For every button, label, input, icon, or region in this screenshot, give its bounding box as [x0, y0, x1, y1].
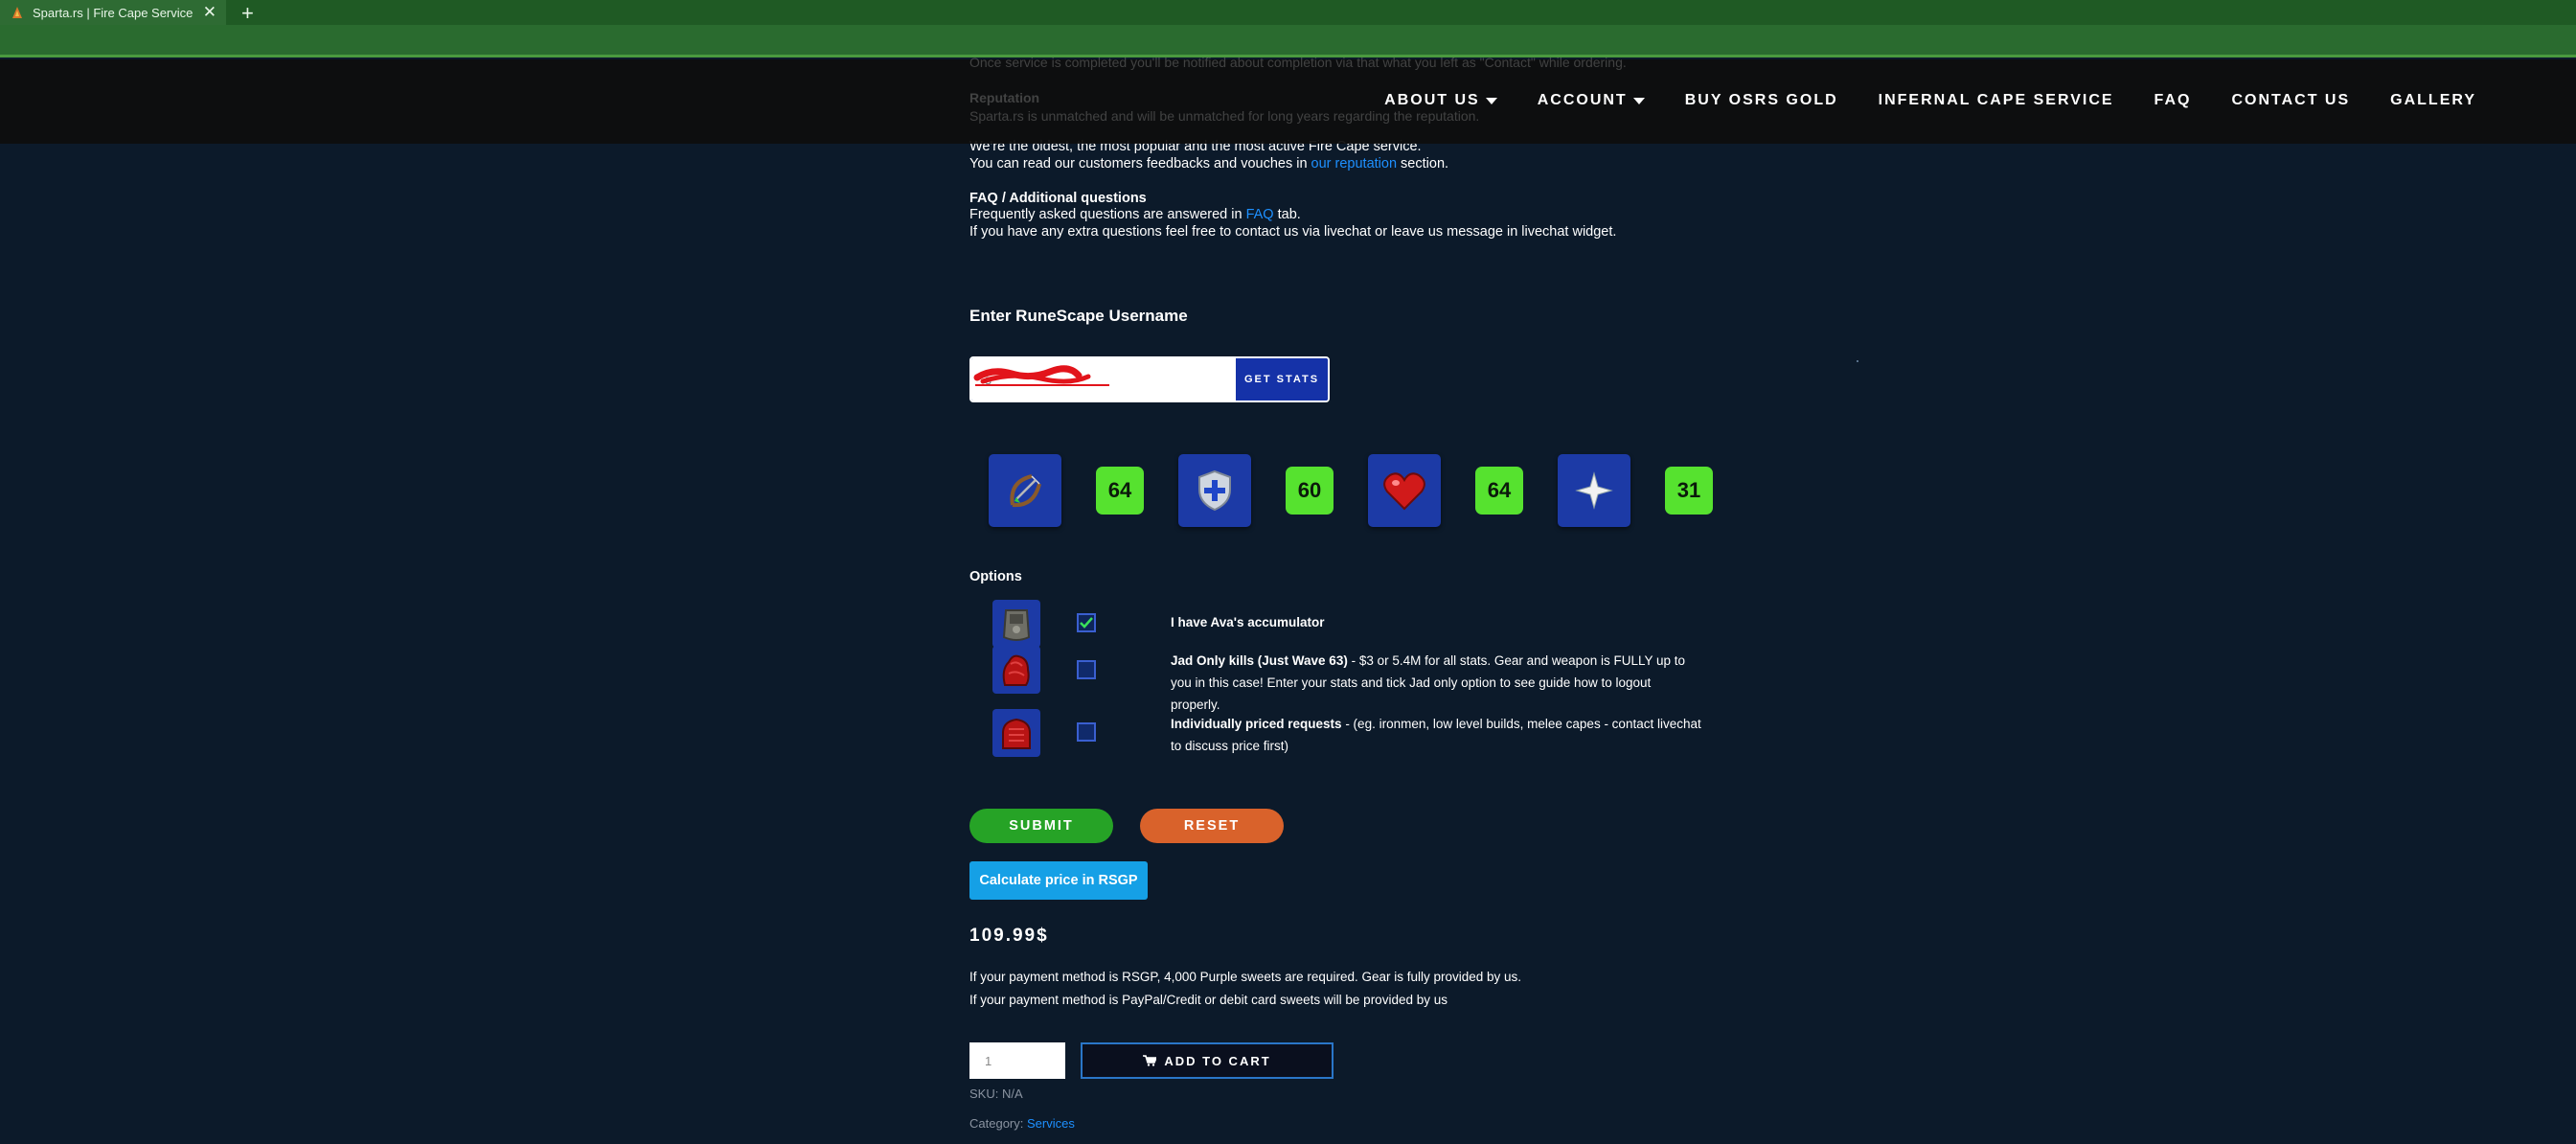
category: Category: Services: [969, 1116, 1075, 1131]
option-checkbox[interactable]: [1077, 722, 1096, 742]
sku-label: SKU:: [969, 1087, 999, 1101]
reputation-text: section.: [1397, 156, 1449, 172]
skill-level-badge: 64: [1475, 467, 1523, 515]
get-stats-button[interactable]: GET STATS: [1236, 358, 1328, 400]
nav-item-label: GALLERY: [2390, 92, 2476, 108]
calculate-rsgp-button[interactable]: Calculate price in RSGP: [969, 861, 1148, 900]
quantity-input[interactable]: [969, 1042, 1065, 1079]
faq-text: Frequently asked questions are answered …: [969, 207, 1246, 222]
option-title: Jad Only kills (Just Wave 63): [1171, 653, 1348, 668]
main-nav: ABOUT US ACCOUNT BUY OSRS GOLD INFERNAL CAP…: [1344, 92, 2476, 109]
nav-item-gallery[interactable]: GALLERY: [2390, 92, 2476, 109]
browser-tab-bar: Sparta.rs | Fire Cape Service | 1-9 ✕ +: [0, 0, 2576, 25]
payment-note: If your payment method is RSGP, 4,000 Pu…: [969, 966, 1521, 1012]
option-label: Individually priced requests - (eg. iron…: [1171, 713, 1703, 757]
custom-request-icon: [992, 709, 1040, 757]
decorative-dot: [1857, 360, 1858, 362]
cart-icon: [1143, 1055, 1157, 1066]
price: 109.99$: [969, 926, 1049, 946]
nav-item-about-us[interactable]: ABOUT US: [1384, 92, 1497, 109]
skill-level-badge: 64: [1096, 467, 1144, 515]
submit-button[interactable]: SUBMIT: [969, 809, 1113, 843]
nav-item-faq[interactable]: FAQ: [2154, 92, 2192, 109]
option-label: Jad Only kills (Just Wave 63) - $3 or 5.…: [1171, 650, 1703, 716]
username-form: GET STATS: [969, 356, 1330, 402]
payment-note-line: If your payment method is PayPal/Credit …: [969, 993, 1448, 1007]
defence-shield-icon: [1178, 454, 1251, 527]
nav-item-label: ABOUT US: [1384, 92, 1480, 108]
ranged-bow-icon: [989, 454, 1061, 527]
option-title: Individually priced requests: [1171, 717, 1342, 731]
reputation-line-2: You can read our customers feedbacks and…: [969, 155, 1448, 172]
avas-accumulator-icon: [992, 600, 1040, 648]
caret-down-icon: [1632, 97, 1645, 104]
nav-item-label: FAQ: [2154, 92, 2192, 108]
faq-line: Frequently asked questions are answered …: [969, 206, 1616, 223]
nav-item-contact-us[interactable]: CONTACT US: [2231, 92, 2350, 109]
category-label: Category:: [969, 1116, 1024, 1131]
sku-value: N/A: [1001, 1087, 1023, 1101]
nav-item-label: CONTACT US: [2231, 92, 2351, 108]
add-to-cart-button[interactable]: ADD TO CART: [1081, 1042, 1334, 1079]
faq-heading: FAQ / Additional questions: [969, 191, 1147, 206]
option-label: I have Ava's accumulator: [1171, 611, 1703, 633]
faq-text: tab.: [1273, 207, 1301, 222]
skill-level-badge: 31: [1665, 467, 1713, 515]
faq-link[interactable]: FAQ: [1246, 207, 1274, 222]
stats-row: 64 60 64 31: [989, 454, 1713, 527]
username-heading: Enter RuneScape Username: [969, 307, 1188, 325]
faq-section: FAQ / Additional questions Frequently as…: [969, 191, 1616, 240]
option-checkbox[interactable]: [1077, 613, 1096, 632]
prayer-star-icon: [1558, 454, 1630, 527]
fire-cape-favicon-icon: [10, 5, 25, 20]
option-title: I have Ava's accumulator: [1171, 615, 1325, 629]
add-to-cart-label: ADD TO CART: [1164, 1053, 1271, 1068]
checkmark-icon: [1080, 617, 1093, 629]
jad-icon: [992, 646, 1040, 694]
nav-item-infernal-cape-service[interactable]: INFERNAL CAPE SERVICE: [1879, 92, 2114, 109]
nav-item-buy-osrs-gold[interactable]: BUY OSRS GOLD: [1685, 92, 1838, 109]
reputation-link[interactable]: our reputation: [1311, 156, 1397, 172]
browser-toolbar: [0, 25, 2576, 57]
tab-title: Sparta.rs | Fire Cape Service | 1-9: [33, 5, 195, 20]
username-input[interactable]: [971, 358, 1236, 400]
tab-close-icon[interactable]: ✕: [203, 3, 217, 22]
reputation-text: You can read our customers feedbacks and…: [969, 156, 1311, 172]
reset-button[interactable]: RESET: [1140, 809, 1284, 843]
category-link[interactable]: Services: [1027, 1116, 1075, 1131]
nav-item-label: BUY OSRS GOLD: [1684, 92, 1838, 108]
hitpoints-heart-icon: [1368, 454, 1441, 527]
nav-item-account[interactable]: ACCOUNT: [1538, 92, 1645, 109]
option-checkbox[interactable]: [1077, 660, 1096, 679]
new-tab-icon[interactable]: +: [241, 1, 254, 26]
skill-level-badge: 60: [1286, 467, 1334, 515]
nav-item-label: INFERNAL CAPE SERVICE: [1878, 92, 2114, 108]
faq-line-2: If you have any extra questions feel fre…: [969, 224, 1617, 240]
sku: SKU: N/A: [969, 1087, 1023, 1101]
nav-item-label: ACCOUNT: [1537, 92, 1628, 108]
browser-tab[interactable]: Sparta.rs | Fire Cape Service | 1-9 ✕: [0, 0, 226, 25]
caret-down-icon: [1485, 97, 1497, 104]
payment-note-line: If your payment method is RSGP, 4,000 Pu…: [969, 970, 1522, 984]
options-heading: Options: [969, 569, 1022, 584]
